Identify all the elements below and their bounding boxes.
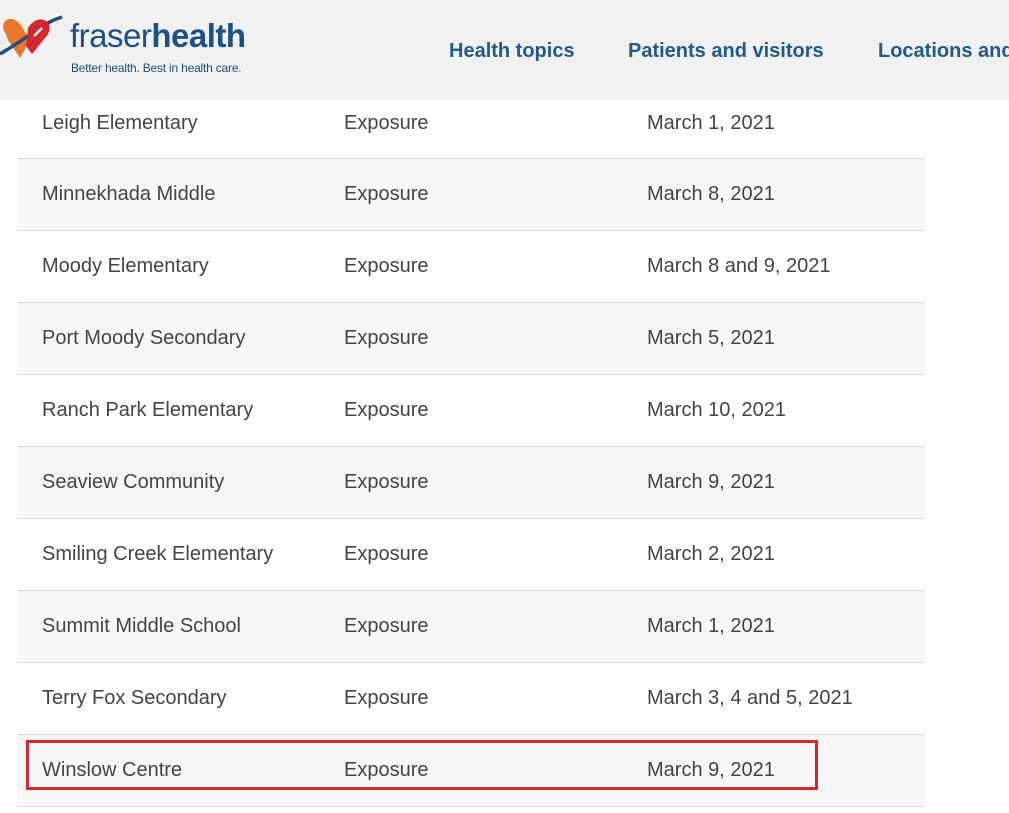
table-row: Smiling Creek Elementary Exposure March …: [17, 519, 925, 591]
school-name-cell: Smiling Creek Elementary: [42, 543, 274, 565]
table-row: Moody Elementary Exposure March 8 and 9,…: [17, 231, 925, 303]
table-row: Port Moody Secondary Exposure March 5, 2…: [17, 303, 925, 375]
date-cell: March 10, 2021: [647, 399, 786, 421]
status-cell: Exposure: [344, 399, 429, 421]
exposures-table: Leigh Elementary Exposure March 1, 2021 …: [17, 88, 925, 807]
main-nav: Health topics Patients and visitors Loca…: [0, 40, 1009, 70]
school-name-cell: Ranch Park Elementary: [42, 399, 254, 421]
status-cell: Exposure: [344, 327, 429, 349]
status-cell: Exposure: [344, 759, 429, 781]
table-row: Summit Middle School Exposure March 1, 2…: [17, 591, 925, 663]
table-row: Ranch Park Elementary Exposure March 10,…: [17, 375, 925, 447]
status-cell: Exposure: [344, 255, 429, 277]
date-cell: March 2, 2021: [647, 543, 775, 565]
date-cell: March 8 and 9, 2021: [647, 255, 831, 277]
site-header: fraserhealth Better health. Best in heal…: [0, 0, 1009, 100]
table-row: Minnekhada Middle Exposure March 8, 2021: [17, 159, 925, 231]
status-cell: Exposure: [344, 543, 429, 565]
table-row: Terry Fox Secondary Exposure March 3, 4 …: [17, 663, 925, 735]
table-row-highlighted: Winslow Centre Exposure March 9, 2021: [17, 735, 925, 807]
school-name-cell: Seaview Community: [42, 471, 225, 493]
status-cell: Exposure: [344, 615, 429, 637]
date-cell: March 5, 2021: [647, 327, 775, 349]
date-cell: March 1, 2021: [647, 615, 775, 637]
date-cell: March 9, 2021: [647, 471, 775, 493]
school-name-cell: Winslow Centre: [42, 759, 183, 781]
school-name-cell: Minnekhada Middle: [42, 183, 216, 205]
table-row: Seaview Community Exposure March 9, 2021: [17, 447, 925, 519]
school-name-cell: Port Moody Secondary: [42, 327, 246, 349]
status-cell: Exposure: [344, 183, 429, 205]
page: Leigh Elementary Exposure March 1, 2021 …: [0, 0, 1009, 813]
nav-health-topics[interactable]: Health topics: [449, 40, 575, 63]
school-name-cell: Summit Middle School: [42, 615, 241, 637]
date-cell: March 3, 4 and 5, 2021: [647, 687, 853, 709]
nav-patients-and-visitors[interactable]: Patients and visitors: [628, 40, 824, 63]
date-cell: March 9, 2021: [647, 759, 775, 781]
status-cell: Exposure: [344, 471, 429, 493]
school-name-cell: Terry Fox Secondary: [42, 687, 227, 709]
status-cell: Exposure: [344, 687, 429, 709]
nav-locations-and-services[interactable]: Locations and: [878, 40, 1009, 63]
school-name-cell: Moody Elementary: [42, 255, 209, 277]
date-cell: March 8, 2021: [647, 183, 775, 205]
